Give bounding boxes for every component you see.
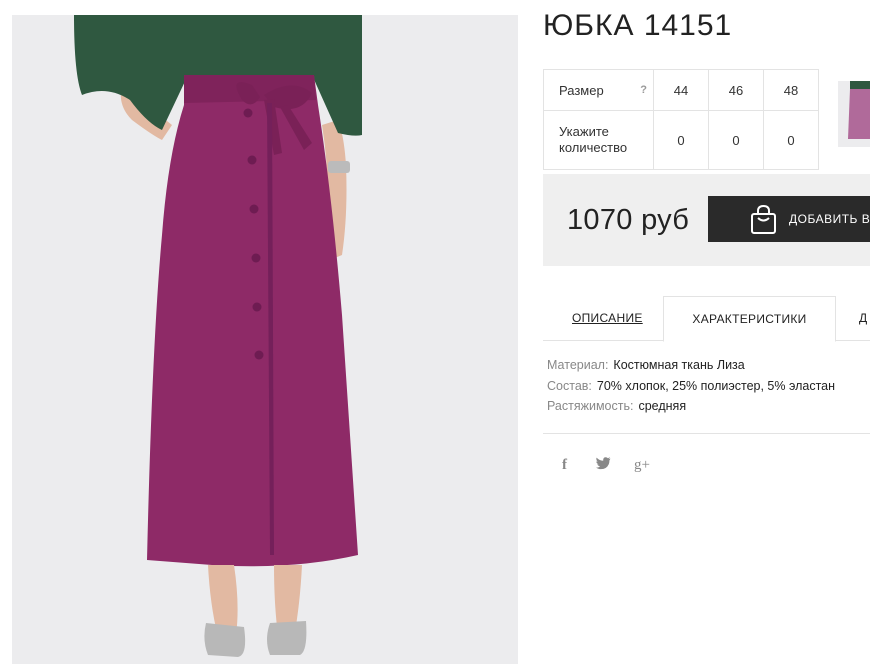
size-label: Размер: [559, 82, 604, 98]
size-table: Размер ? 44 46 48 Укажите количество 0 0…: [543, 69, 819, 170]
characteristic-material: Материал: Костюмная ткань Лиза: [547, 358, 835, 379]
characteristic-composition: Состав: 70% хлопок, 25% полиэстер, 5% эла…: [547, 379, 835, 400]
characteristics-list: Материал: Костюмная ткань Лиза Состав: 70%…: [547, 358, 835, 420]
characteristic-key: Состав:: [547, 378, 592, 393]
quantity-label-cell: Укажите количество: [543, 110, 654, 170]
size-help-icon[interactable]: ?: [640, 84, 647, 96]
add-to-cart-button[interactable]: ДОБАВИТЬ В: [708, 196, 870, 242]
characteristic-stretch: Растяжимость: средняя: [547, 399, 835, 420]
characteristic-key: Материал:: [547, 358, 609, 372]
characteristic-value: средняя: [638, 399, 687, 413]
characteristic-value: Костюмная ткань Лиза: [613, 358, 745, 372]
characteristic-value: 70% хлопок, 25% полиэстер, 5% эластан: [596, 378, 836, 393]
facebook-icon[interactable]: f: [562, 457, 567, 474]
product-title: ЮБКА 14151: [543, 9, 733, 42]
product-photo[interactable]: [12, 15, 518, 664]
skirt-illustration: [12, 15, 518, 664]
product-tabs: ОПИСАНИЕ ХАРАКТЕРИСТИКИ Д: [543, 296, 870, 342]
quantity-label: Укажите количество: [559, 124, 628, 155]
size-44: 44: [653, 69, 709, 111]
twitter-icon[interactable]: [596, 457, 611, 474]
size-row: Размер ? 44 46 48: [543, 69, 819, 111]
quantity-input-48[interactable]: 0: [763, 110, 819, 170]
price-panel: 1070 руб ДОБАВИТЬ В: [543, 174, 870, 266]
quantity-row: Укажите количество 0 0 0: [543, 110, 819, 170]
add-to-cart-label: ДОБАВИТЬ В: [789, 212, 870, 226]
quantity-input-44[interactable]: 0: [653, 110, 709, 170]
tab-delivery[interactable]: Д: [859, 296, 867, 340]
quantity-input-46[interactable]: 0: [708, 110, 764, 170]
size-48: 48: [763, 69, 819, 111]
size-label-cell: Размер ?: [543, 69, 654, 111]
tab-description[interactable]: ОПИСАНИЕ: [572, 296, 643, 340]
tab-characteristics[interactable]: ХАРАКТЕРИСТИКИ: [663, 296, 836, 342]
thumbnail-image: [838, 81, 870, 147]
divider: [543, 433, 870, 434]
product-thumbnail[interactable]: [838, 81, 870, 147]
bag-icon: [750, 204, 777, 240]
characteristic-key: Растяжимость:: [547, 399, 634, 413]
size-46: 46: [708, 69, 764, 111]
google-plus-icon[interactable]: g+: [634, 457, 650, 474]
price: 1070 руб: [567, 204, 690, 236]
